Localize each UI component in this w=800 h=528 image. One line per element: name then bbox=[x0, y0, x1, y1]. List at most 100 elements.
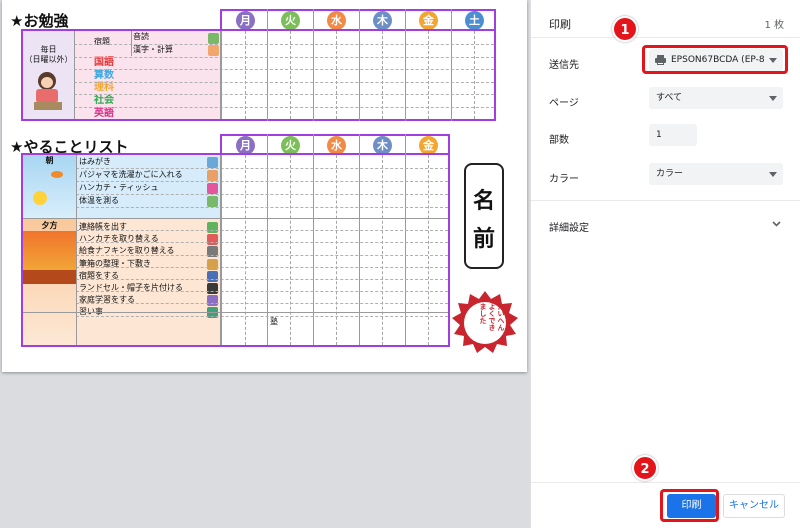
more-settings-label: 詳細設定 bbox=[549, 223, 589, 234]
copies-label: 部数 bbox=[549, 135, 569, 146]
reading-icon bbox=[208, 33, 219, 44]
grid-row-line bbox=[76, 279, 448, 280]
dropdown-arrow-icon bbox=[769, 172, 777, 177]
sunset-illustration bbox=[23, 231, 76, 284]
callout-highlight-print bbox=[660, 489, 719, 522]
grid-row-line bbox=[74, 94, 494, 95]
study-icon bbox=[208, 45, 219, 56]
item-illustration-icon bbox=[207, 283, 218, 294]
grid-row-line bbox=[76, 194, 448, 195]
pages-value: すべて bbox=[656, 93, 683, 103]
item-illustration-icon bbox=[207, 234, 218, 246]
grid-column-line bbox=[313, 9, 314, 121]
grid-column-line bbox=[313, 134, 314, 345]
grid-divider bbox=[220, 155, 222, 345]
dropdown-arrow-icon bbox=[769, 96, 777, 101]
grid-divider bbox=[76, 155, 77, 345]
grid-section-line bbox=[23, 312, 448, 313]
panel-divider-2 bbox=[531, 200, 800, 201]
morning-item: ハンカチ・ティッシュ bbox=[79, 183, 159, 192]
grid-column-line bbox=[405, 9, 406, 121]
preview-page: ★お勉強 月火水木金土 毎日 （日曜以外） 宿題 音読 漢字・計算 国語 算数 理科… bbox=[2, 0, 527, 372]
homework-item-2: 漢字・計算 bbox=[133, 45, 173, 54]
callout-badge-2: 2 bbox=[632, 455, 658, 481]
grid-row-line bbox=[76, 291, 448, 293]
copies-value: 1 bbox=[656, 130, 662, 140]
grid-row-line bbox=[76, 181, 448, 182]
grid-divider bbox=[131, 31, 132, 56]
grid-row-line bbox=[76, 207, 448, 208]
chevron-down-icon bbox=[772, 221, 781, 227]
item-illustration-icon bbox=[207, 196, 218, 207]
item-illustration-icon bbox=[207, 157, 218, 168]
morning-label: 朝 bbox=[45, 156, 54, 165]
grid-row-line bbox=[76, 303, 448, 305]
copies-input[interactable]: 1 bbox=[649, 124, 697, 146]
item-illustration-icon bbox=[207, 170, 218, 181]
subject-3: 理科 bbox=[94, 82, 114, 94]
print-settings-panel: 印刷 1 枚 送信先 EPSON67BCDA (EP-8 ページ すべて 部数 … bbox=[530, 0, 800, 528]
evening-label: 夕方 bbox=[41, 221, 58, 230]
grid-column-line bbox=[451, 9, 452, 121]
pages-select[interactable]: すべて bbox=[649, 87, 783, 109]
grid-column-line bbox=[359, 134, 360, 345]
color-value: カラー bbox=[656, 169, 684, 179]
morning-item: はみがき bbox=[79, 157, 111, 166]
grid-row-line bbox=[74, 44, 494, 45]
subject-5: 英語 bbox=[94, 107, 114, 119]
study-grid-frame bbox=[220, 9, 496, 121]
grid-row-line bbox=[76, 242, 448, 244]
callout-highlight-destination bbox=[642, 45, 788, 74]
subject-2: 算数 bbox=[94, 69, 114, 81]
item-illustration-icon bbox=[207, 295, 218, 307]
grid-row-line bbox=[76, 230, 448, 232]
destination-label: 送信先 bbox=[549, 60, 579, 71]
grid-section-line bbox=[23, 218, 448, 219]
grid-row-line bbox=[74, 106, 494, 108]
study-kid-illustration bbox=[34, 72, 62, 110]
subject-1: 国語 bbox=[94, 57, 114, 68]
item-illustration-icon bbox=[207, 222, 218, 233]
item-illustration-icon bbox=[207, 183, 218, 194]
panel-footer-divider bbox=[531, 482, 800, 483]
study-side-label: 毎日 （日曜以外） bbox=[24, 45, 73, 64]
evening-item: ランドセル・帽子を片付ける bbox=[79, 283, 183, 292]
evening-item: 連絡帳を出す bbox=[79, 222, 127, 231]
subject-4: 社会 bbox=[94, 95, 114, 107]
morning-item: 体温を測る bbox=[79, 196, 119, 205]
morning-item: パジャマを洗濯かごに入れる bbox=[79, 170, 183, 179]
item-illustration-icon bbox=[207, 270, 218, 282]
callout-badge-1: 1 bbox=[612, 16, 638, 42]
grid-row-line bbox=[76, 266, 448, 268]
sheet-count: 1 枚 bbox=[764, 20, 784, 31]
grid-row-line bbox=[74, 56, 494, 58]
item-illustration-icon bbox=[207, 258, 218, 270]
study-title: ★お勉強 bbox=[10, 12, 69, 30]
homework-label: 宿題 bbox=[94, 37, 110, 46]
grid-row-line bbox=[76, 254, 448, 256]
name-box-char-1: 名 bbox=[472, 189, 495, 214]
juku-note: 塾 bbox=[270, 317, 278, 326]
more-settings-row[interactable]: 詳細設定 bbox=[531, 210, 800, 240]
pages-label: ページ bbox=[549, 98, 579, 109]
panel-title: 印刷 bbox=[549, 18, 571, 31]
grid-row-line bbox=[74, 81, 494, 83]
homework-item-1: 音読 bbox=[133, 32, 149, 41]
grid-column-line bbox=[359, 9, 360, 121]
name-box: 名 前 bbox=[464, 163, 504, 269]
grid-row-line bbox=[74, 69, 494, 70]
grid-column-line bbox=[405, 134, 406, 345]
cancel-button[interactable]: キャンセル bbox=[723, 494, 785, 518]
grid-row-line bbox=[76, 168, 448, 169]
grid-divider bbox=[220, 31, 222, 119]
grid-divider bbox=[74, 31, 75, 119]
color-label: カラー bbox=[549, 174, 579, 185]
color-select[interactable]: カラー bbox=[649, 163, 783, 185]
praise-stamp: たいへん よくでき ました bbox=[451, 290, 519, 356]
grid-column-line bbox=[267, 9, 268, 121]
print-preview-area: ★お勉強 月火水木金土 毎日 （日曜以外） 宿題 音読 漢字・計算 国語 算数 理科… bbox=[0, 0, 530, 528]
item-illustration-icon bbox=[207, 246, 218, 258]
panel-divider bbox=[531, 37, 800, 38]
grid-column-line bbox=[267, 134, 268, 345]
grid-row-line bbox=[76, 315, 448, 317]
